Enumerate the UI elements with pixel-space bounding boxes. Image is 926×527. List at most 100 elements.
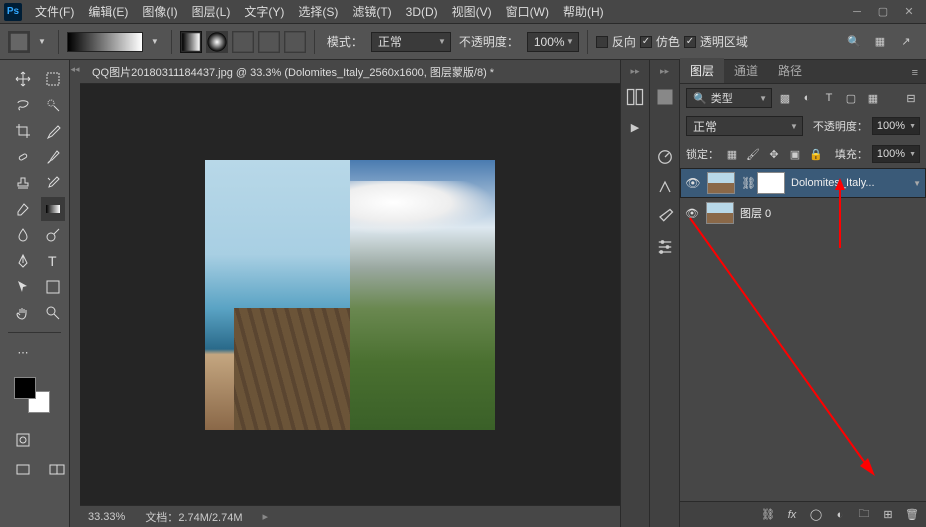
search-icon[interactable]: 🔍 bbox=[844, 32, 864, 52]
eyedropper-tool[interactable] bbox=[41, 119, 65, 143]
stamp-tool[interactable] bbox=[11, 171, 35, 195]
menu-help[interactable]: 帮助(H) bbox=[556, 3, 611, 20]
history-panel-icon[interactable] bbox=[625, 87, 645, 107]
menu-edit[interactable]: 编辑(E) bbox=[81, 3, 135, 20]
reflected-gradient-icon[interactable] bbox=[258, 31, 280, 53]
tab-channels[interactable]: 通道 bbox=[724, 58, 768, 83]
actions-panel-icon[interactable]: ▶ bbox=[625, 117, 645, 137]
shape-tool[interactable] bbox=[41, 275, 65, 299]
reverse-checkbox[interactable]: 反向 bbox=[596, 33, 636, 50]
filter-smart-icon[interactable]: ▦ bbox=[864, 89, 882, 107]
expand-handle-1[interactable]: ▸▸ bbox=[630, 66, 639, 77]
menu-window[interactable]: 窗口(W) bbox=[499, 3, 556, 20]
layer-thumbnail[interactable] bbox=[707, 172, 735, 194]
dither-checkbox[interactable]: 仿色 bbox=[640, 33, 680, 50]
move-tool[interactable] bbox=[11, 67, 35, 91]
canvas[interactable] bbox=[80, 84, 620, 505]
lock-all-icon[interactable]: 🔒 bbox=[807, 145, 825, 163]
gradient-tool[interactable] bbox=[41, 197, 65, 221]
healing-tool[interactable] bbox=[11, 145, 35, 169]
tool-preset-dropdown[interactable]: ▼ bbox=[34, 37, 50, 46]
adjustment-layer-icon[interactable]: ◐ bbox=[832, 507, 848, 523]
maximize-button[interactable]: ▢ bbox=[870, 2, 896, 22]
layer-filter-select[interactable]: 🔍类型 bbox=[686, 88, 772, 108]
menu-layer[interactable]: 图层(L) bbox=[185, 3, 238, 20]
tab-paths[interactable]: 路径 bbox=[768, 58, 812, 83]
group-icon[interactable]: 🗀 bbox=[856, 507, 872, 523]
filter-pixel-icon[interactable]: ▩ bbox=[776, 89, 794, 107]
new-layer-icon[interactable]: ⊞ bbox=[880, 507, 896, 523]
blend-mode-select[interactable]: 正常 bbox=[371, 32, 451, 52]
add-mask-icon[interactable]: ◯ bbox=[808, 507, 824, 523]
color-swatches[interactable] bbox=[14, 377, 50, 413]
blur-tool[interactable] bbox=[11, 223, 35, 247]
lock-position-icon[interactable]: ✥ bbox=[765, 145, 783, 163]
dodge-tool[interactable] bbox=[41, 223, 65, 247]
layer-name[interactable]: 图层 0 bbox=[740, 205, 771, 221]
screenmode-tool[interactable] bbox=[11, 458, 35, 482]
layer-fx-icon[interactable]: fx bbox=[784, 507, 800, 523]
marquee-tool[interactable] bbox=[41, 67, 65, 91]
zoom-level[interactable]: 33.33% bbox=[88, 511, 125, 523]
fill-value[interactable]: 100% bbox=[872, 145, 920, 163]
menu-file[interactable]: 文件(F) bbox=[28, 3, 81, 20]
menu-image[interactable]: 图像(I) bbox=[135, 3, 184, 20]
document-tab[interactable]: QQ图片20180311184437.jpg @ 33.3% (Dolomite… bbox=[80, 60, 620, 84]
menu-3d[interactable]: 3D(D) bbox=[399, 5, 445, 19]
foreground-color[interactable] bbox=[14, 377, 36, 399]
delete-layer-icon[interactable]: 🗑 bbox=[904, 507, 920, 523]
pen-tool[interactable] bbox=[11, 249, 35, 273]
share-icon[interactable]: ↗ bbox=[896, 32, 916, 52]
lock-transparent-icon[interactable]: ▦ bbox=[723, 145, 741, 163]
eraser-tool[interactable] bbox=[11, 197, 35, 221]
opacity-select[interactable]: 100% bbox=[527, 32, 579, 52]
link-layers-icon[interactable]: ⛓ bbox=[760, 507, 776, 523]
layer-blend-select[interactable]: 正常 bbox=[686, 116, 803, 136]
mask-link-icon[interactable]: ⛓ bbox=[741, 176, 751, 190]
gradient-picker-dropdown[interactable]: ▼ bbox=[147, 37, 163, 46]
lock-artboard-icon[interactable]: ▣ bbox=[786, 145, 804, 163]
brush-panel-icon[interactable] bbox=[655, 207, 675, 227]
quickmask-tool[interactable] bbox=[11, 428, 35, 452]
text-tool[interactable]: T bbox=[41, 249, 65, 273]
quick-select-tool[interactable] bbox=[41, 93, 65, 117]
visibility-icon[interactable]: 👁 bbox=[684, 205, 700, 221]
menu-view[interactable]: 视图(V) bbox=[445, 3, 499, 20]
path-select-tool[interactable] bbox=[11, 275, 35, 299]
diamond-gradient-icon[interactable] bbox=[284, 31, 306, 53]
filter-text-icon[interactable]: T bbox=[820, 89, 838, 107]
panel-menu-icon[interactable]: ≡ bbox=[904, 63, 926, 83]
filter-adjust-icon[interactable]: ◐ bbox=[798, 89, 816, 107]
status-menu[interactable]: ▸ bbox=[263, 510, 269, 523]
layer-name[interactable]: Dolomites_Italy... bbox=[791, 177, 875, 189]
close-button[interactable]: ✕ bbox=[896, 2, 922, 22]
menu-filter[interactable]: 滤镜(T) bbox=[345, 3, 398, 20]
collapse-handle-left[interactable]: ◂◂ bbox=[70, 60, 80, 527]
color-panel-icon[interactable] bbox=[655, 87, 675, 107]
workspace-icon[interactable]: ▦ bbox=[870, 32, 890, 52]
filter-shape-icon[interactable]: ▢ bbox=[842, 89, 860, 107]
layer-opacity-value[interactable]: 100% bbox=[872, 117, 920, 135]
properties-panel-icon[interactable] bbox=[655, 237, 675, 257]
mask-thumbnail[interactable] bbox=[757, 172, 785, 194]
menu-text[interactable]: 文字(Y) bbox=[237, 3, 291, 20]
visibility-icon[interactable]: 👁 bbox=[685, 175, 701, 191]
minimize-button[interactable]: ─ bbox=[844, 2, 870, 22]
styles-panel-icon[interactable] bbox=[655, 177, 675, 197]
tab-layers[interactable]: 图层 bbox=[680, 58, 724, 83]
lasso-tool[interactable] bbox=[11, 93, 35, 117]
radial-gradient-icon[interactable] bbox=[206, 31, 228, 53]
tool-preset-icon[interactable] bbox=[8, 31, 30, 53]
layer-thumbnail[interactable] bbox=[706, 202, 734, 224]
hand-tool[interactable] bbox=[11, 301, 35, 325]
crop-tool[interactable] bbox=[11, 119, 35, 143]
screenmode2-tool[interactable] bbox=[45, 458, 69, 482]
angle-gradient-icon[interactable] bbox=[232, 31, 254, 53]
adjustments-panel-icon[interactable] bbox=[655, 147, 675, 167]
zoom-tool[interactable] bbox=[41, 301, 65, 325]
transparency-checkbox[interactable]: 透明区域 bbox=[684, 33, 748, 50]
menu-select[interactable]: 选择(S) bbox=[291, 3, 345, 20]
expand-handle-2[interactable]: ▸▸ bbox=[660, 66, 669, 77]
brush-tool[interactable] bbox=[41, 145, 65, 169]
linear-gradient-icon[interactable] bbox=[180, 31, 202, 53]
